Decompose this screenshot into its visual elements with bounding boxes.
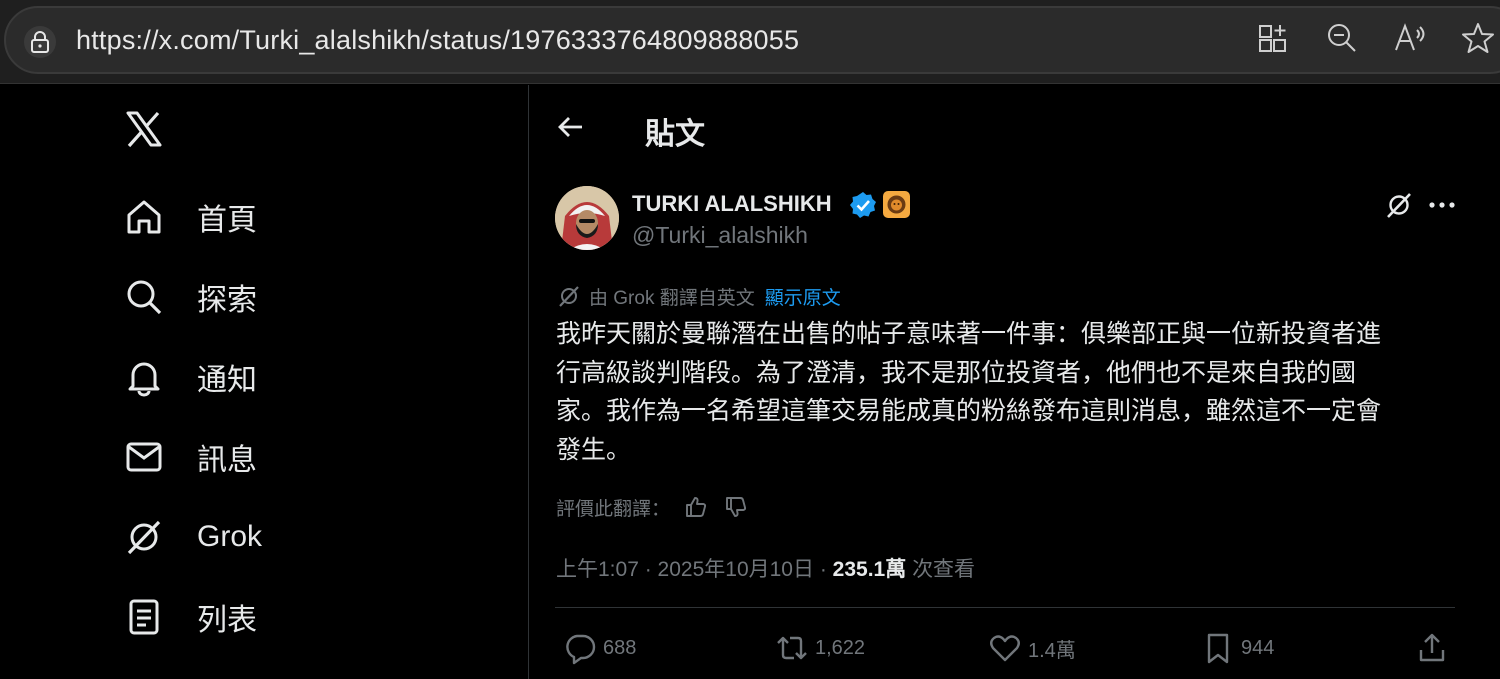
more-options-icon[interactable] xyxy=(1427,193,1457,217)
thumbs-down-icon[interactable] xyxy=(724,495,748,519)
sidebar-item-home[interactable]: 首頁 xyxy=(122,193,257,241)
sidebar: 首頁 探索 通知 訊息 Grok 列表 xyxy=(0,85,528,679)
sidebar-item-lists[interactable]: 列表 xyxy=(122,593,257,641)
avatar[interactable] xyxy=(555,186,619,250)
bookmark-button[interactable]: 944 xyxy=(1201,631,1274,665)
post-meta: 上午1:07 · 2025年10月10日 · 235.1萬 次查看 xyxy=(556,553,975,583)
grok-icon xyxy=(557,284,581,308)
rate-translation: 評價此翻譯： xyxy=(556,493,748,521)
view-count-label: 次查看 xyxy=(912,558,976,581)
like-count: 1.4萬 xyxy=(1028,639,1076,662)
browser-toolbar: https://x.com/Turki_alalshikh/status/197… xyxy=(0,0,1500,84)
thumbs-up-icon[interactable] xyxy=(684,495,708,519)
sidebar-item-grok[interactable]: Grok xyxy=(122,513,262,561)
share-icon xyxy=(1415,631,1449,665)
repost-icon xyxy=(775,631,809,665)
tweet-line: 行高級談判階段。為了澄清，我不是那位投資者，他們也不是來自我的國 xyxy=(556,358,1357,387)
reply-count: 688 xyxy=(603,636,637,659)
sidebar-item-label: 列表 xyxy=(197,604,257,637)
view-count: 235.1萬 xyxy=(832,558,907,581)
reply-icon xyxy=(563,631,597,665)
home-icon xyxy=(122,195,166,239)
mail-icon xyxy=(122,435,166,479)
sidebar-item-label: 探索 xyxy=(197,284,257,317)
heart-icon xyxy=(988,631,1022,665)
author-handle[interactable]: @Turki_alalshikh xyxy=(632,222,808,249)
grok-icon[interactable] xyxy=(1385,191,1413,219)
post-detail: 貼文 TURKI ALALSHIKH @Turki_alalshikh 由 Gr… xyxy=(529,85,1500,679)
back-arrow-icon[interactable] xyxy=(555,111,587,143)
list-icon xyxy=(122,595,166,639)
translation-label: 由 Grok 翻譯自英文 xyxy=(589,287,755,309)
favorite-star-icon[interactable] xyxy=(1460,20,1496,56)
repost-count: 1,622 xyxy=(815,636,866,659)
tweet-line: 家。我作為一名希望這筆交易能成真的粉絲發布這則消息，雖然這不一定會 xyxy=(556,397,1382,425)
sidebar-item-messages[interactable]: 訊息 xyxy=(122,433,257,481)
reply-button[interactable]: 688 xyxy=(563,631,636,665)
author-name[interactable]: TURKI ALALSHIKH xyxy=(632,191,832,217)
share-button[interactable] xyxy=(1415,631,1449,665)
affiliate-badge-icon[interactable] xyxy=(883,191,910,218)
url-text[interactable]: https://x.com/Turki_alalshikh/status/197… xyxy=(76,25,799,56)
post-date[interactable]: 2025年10月10日 xyxy=(658,558,814,581)
bookmark-icon xyxy=(1201,631,1235,665)
zoom-out-icon[interactable] xyxy=(1324,20,1360,56)
sidebar-item-explore[interactable]: 探索 xyxy=(122,273,257,321)
page-title: 貼文 xyxy=(645,118,705,151)
split-screen-icon[interactable] xyxy=(1256,20,1292,56)
bell-icon xyxy=(122,355,166,399)
tweet-text: 我昨天關於曼聯潛在出售的帖子意味著一件事：俱樂部正與一位新投資者進 行高級談判階… xyxy=(556,315,1456,469)
tweet-line: 發生。 xyxy=(556,435,632,464)
grok-icon xyxy=(122,515,166,559)
read-aloud-icon[interactable] xyxy=(1392,20,1428,56)
verified-badge-icon xyxy=(849,191,877,219)
sidebar-item-label: 通知 xyxy=(197,364,257,397)
actions-divider xyxy=(555,607,1455,608)
x-logo-icon[interactable] xyxy=(124,109,164,149)
sidebar-item-label: 訊息 xyxy=(197,444,257,477)
post-time[interactable]: 上午1:07 xyxy=(556,558,639,581)
show-original-link[interactable]: 顯示原文 xyxy=(765,283,841,310)
sidebar-item-notifications[interactable]: 通知 xyxy=(122,353,257,401)
tweet-line: 我昨天關於曼聯潛在出售的帖子意味著一件事：俱樂部正與一位新投資者進 xyxy=(556,320,1382,348)
sidebar-item-label: Grok xyxy=(197,520,263,553)
search-icon xyxy=(122,275,166,319)
bookmark-count: 944 xyxy=(1241,636,1275,659)
sidebar-item-label: 首頁 xyxy=(197,204,257,237)
translation-notice: 由 Grok 翻譯自英文 顯示原文 xyxy=(557,283,841,309)
meta-separator: · xyxy=(644,558,658,581)
meta-separator: · xyxy=(819,558,833,581)
repost-button[interactable]: 1,622 xyxy=(775,631,865,665)
like-button[interactable]: 1.4萬 xyxy=(988,631,1076,665)
lock-icon[interactable] xyxy=(24,26,56,58)
rate-translation-label: 評價此翻譯： xyxy=(556,498,671,520)
